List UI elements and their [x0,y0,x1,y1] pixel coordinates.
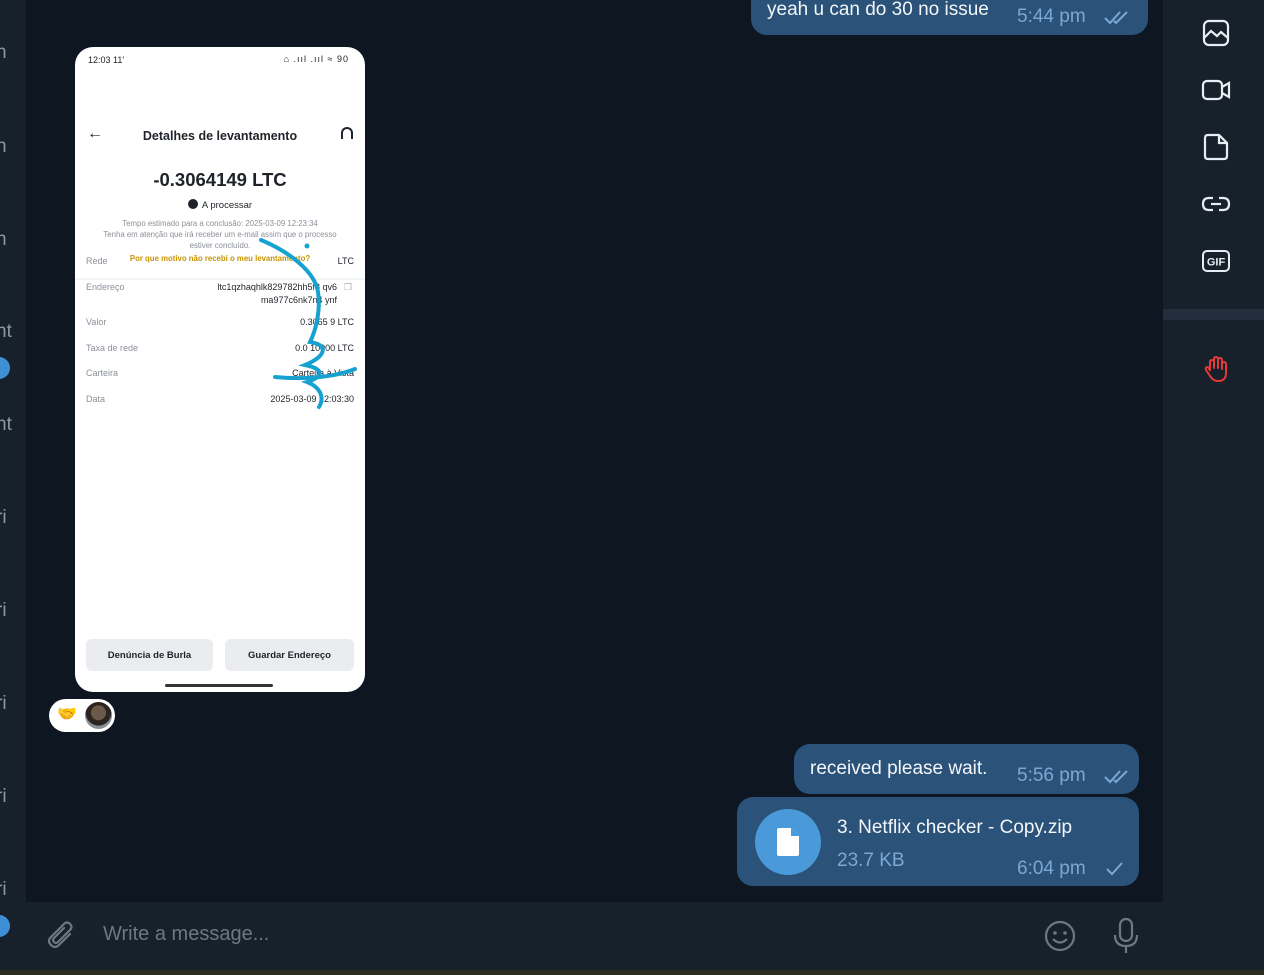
double-check-icon [1104,11,1128,25]
message-time: 6:04 pm [1017,858,1086,879]
link-icon[interactable] [1199,187,1233,221]
chat-list-item-fragment[interactable]: n [0,42,7,64]
help-link: Por que motivo não recebi o meu levantam… [129,254,311,263]
file-icon[interactable] [1199,130,1233,164]
reaction-pill[interactable]: 🤝 [49,699,115,732]
panel-divider [1163,309,1264,320]
microphone-icon[interactable] [1111,917,1141,955]
divider [75,278,365,280]
chat-list-item-fragment[interactable]: ri [0,693,7,715]
email-note: estiver concluído. [189,241,251,250]
svg-text:GIF: GIF [1207,257,1226,269]
handshake-emoji: 🤝 [57,706,77,723]
message-text: received please wait. [810,758,988,779]
withdrawal-amount: -0.3064149 LTC [153,169,287,190]
message-bubble-outgoing[interactable]: received please wait. 5:56 pm [794,744,1139,794]
file-message[interactable]: 3. Netflix checker - Copy.zip 23.7 KB 6:… [737,797,1139,886]
phone-status-icons: ⌂ .ııl .ııl ≈ 90 [283,54,349,64]
gif-icon[interactable]: GIF [1199,244,1233,278]
single-check-icon [1106,862,1123,876]
document-icon [777,828,799,856]
home-indicator [165,684,273,687]
attachment-panel: GIF [1163,0,1264,975]
photo-icon[interactable] [1199,16,1233,50]
phone-page-title: Detalhes de levantamento [142,129,298,143]
window-bottom-edge [0,970,1264,975]
chat-list-item-fragment[interactable]: n [0,229,7,251]
video-icon[interactable] [1199,73,1233,107]
message-input[interactable]: Write a message... [103,923,269,946]
chat-area: yeah u can do 30 no issue 5:44 pm 12:03 … [26,0,1163,902]
message-composer: Write a message... [26,902,1163,970]
copy-icon: ❐ [343,282,352,292]
paperclip-icon[interactable] [46,920,78,954]
clock-icon [187,199,198,209]
phone-status-time: 12:03 11' [88,55,125,65]
chat-list-item-fragment[interactable]: nt [0,321,12,343]
screenshot-image[interactable]: 12:03 11' ⌂ .ııl .ııl ≈ 90 ← Detalhes de… [75,47,365,692]
emoji-icon[interactable] [1043,919,1077,953]
message-text: yeah u can do 30 no issue [767,0,989,20]
estimate-note: Tempo estimado para a conclusão: 2025-03… [122,219,318,228]
email-note: Tenha em atenção que irá receber um e-ma… [103,230,337,239]
chat-list-item-fragment[interactable]: n [0,136,7,158]
message-time: 5:56 pm [1017,765,1086,786]
message-time: 5:44 pm [1017,6,1086,27]
unread-badge [0,357,10,379]
message-bubble-outgoing[interactable]: yeah u can do 30 no issue 5:44 pm [751,0,1148,35]
double-check-icon [1104,770,1128,784]
file-name: 3. Netflix checker - Copy.zip [837,817,1073,838]
hand-icon[interactable] [1199,352,1233,386]
chat-list-item-fragment[interactable]: ri [0,786,7,808]
chat-list-item-fragment[interactable]: ri [0,507,7,529]
chat-list-item-fragment[interactable]: ri [0,879,7,901]
chat-list-item-fragment[interactable]: ri [0,600,7,622]
headset-icon [341,127,353,139]
file-size: 23.7 KB [837,850,905,871]
avatar[interactable] [85,702,112,729]
withdrawal-status: A processar [75,199,365,211]
unread-badge [0,915,10,937]
save-address-button: Guardar Endereço [225,639,354,671]
chat-list-item-fragment[interactable]: nt [0,414,12,436]
chat-list-strip[interactable]: n n n nt nt ri ri ri ri ri [0,0,26,975]
report-scam-button: Denúncia de Burla [86,639,213,671]
download-file-button[interactable] [755,809,821,875]
